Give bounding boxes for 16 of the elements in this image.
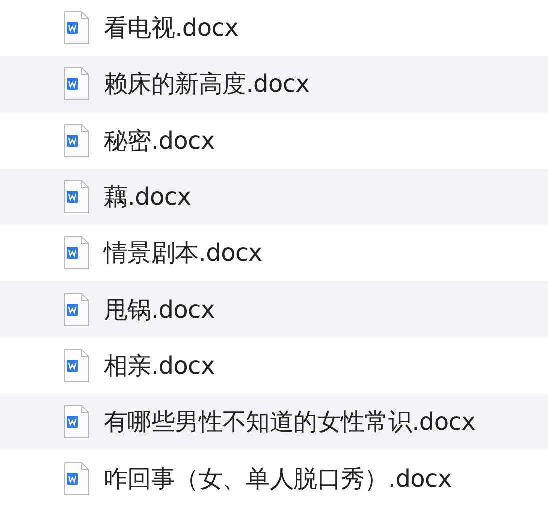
- word-document-icon: [64, 11, 90, 46]
- word-document-icon: [64, 124, 90, 158]
- word-document-icon: [64, 292, 90, 327]
- file-name[interactable]: 看电视.docx: [104, 12, 239, 44]
- file-name[interactable]: 咋回事（女、单人脱口秀）.docx: [104, 462, 452, 495]
- file-name[interactable]: 甩锅.docx: [104, 294, 215, 326]
- word-document-icon: [64, 67, 90, 102]
- word-document-icon: [64, 348, 90, 383]
- word-document-icon: [64, 180, 90, 214]
- word-document-icon: [64, 462, 90, 496]
- word-document-icon: [64, 236, 90, 270]
- file-name[interactable]: 情景剧本.docx: [104, 237, 262, 270]
- word-document-icon: [64, 405, 90, 440]
- file-name[interactable]: 相亲.docx: [104, 350, 215, 382]
- file-name[interactable]: 秘密.docx: [104, 124, 215, 157]
- file-name[interactable]: 藕.docx: [104, 181, 192, 214]
